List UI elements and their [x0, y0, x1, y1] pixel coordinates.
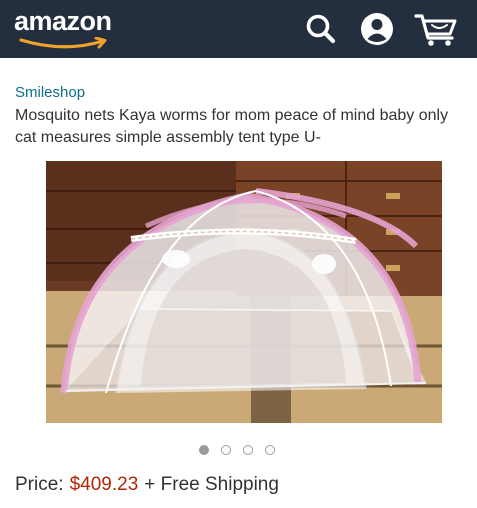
search-button[interactable]	[302, 10, 340, 48]
amazon-logo[interactable]: amazon	[14, 6, 112, 37]
top-navigation-bar: amazon	[0, 0, 477, 58]
cart-icon	[414, 14, 457, 46]
cart-button[interactable]	[414, 10, 458, 48]
price-label: Price:	[15, 474, 64, 495]
account-button[interactable]	[358, 10, 396, 48]
amazon-smile-icon	[19, 37, 107, 49]
carousel-dot-active[interactable]	[199, 445, 209, 455]
carousel-dot[interactable]	[221, 445, 231, 455]
product-title[interactable]: Mosquito nets Kaya worms for mom peace o…	[15, 105, 465, 149]
product-image[interactable]	[46, 161, 442, 423]
mosquito-net-tent-photo	[46, 161, 442, 423]
search-icon	[306, 14, 336, 44]
image-carousel-indicator	[199, 445, 275, 459]
account-icon	[361, 13, 393, 45]
seller-link[interactable]: Smileshop	[15, 84, 85, 101]
shipping-info: + Free Shipping	[144, 474, 279, 495]
price-value: $409.23	[69, 474, 139, 495]
carousel-dot[interactable]	[265, 445, 275, 455]
carousel-dot[interactable]	[243, 445, 253, 455]
price-line: Price: $409.23 + Free Shipping	[15, 474, 279, 496]
